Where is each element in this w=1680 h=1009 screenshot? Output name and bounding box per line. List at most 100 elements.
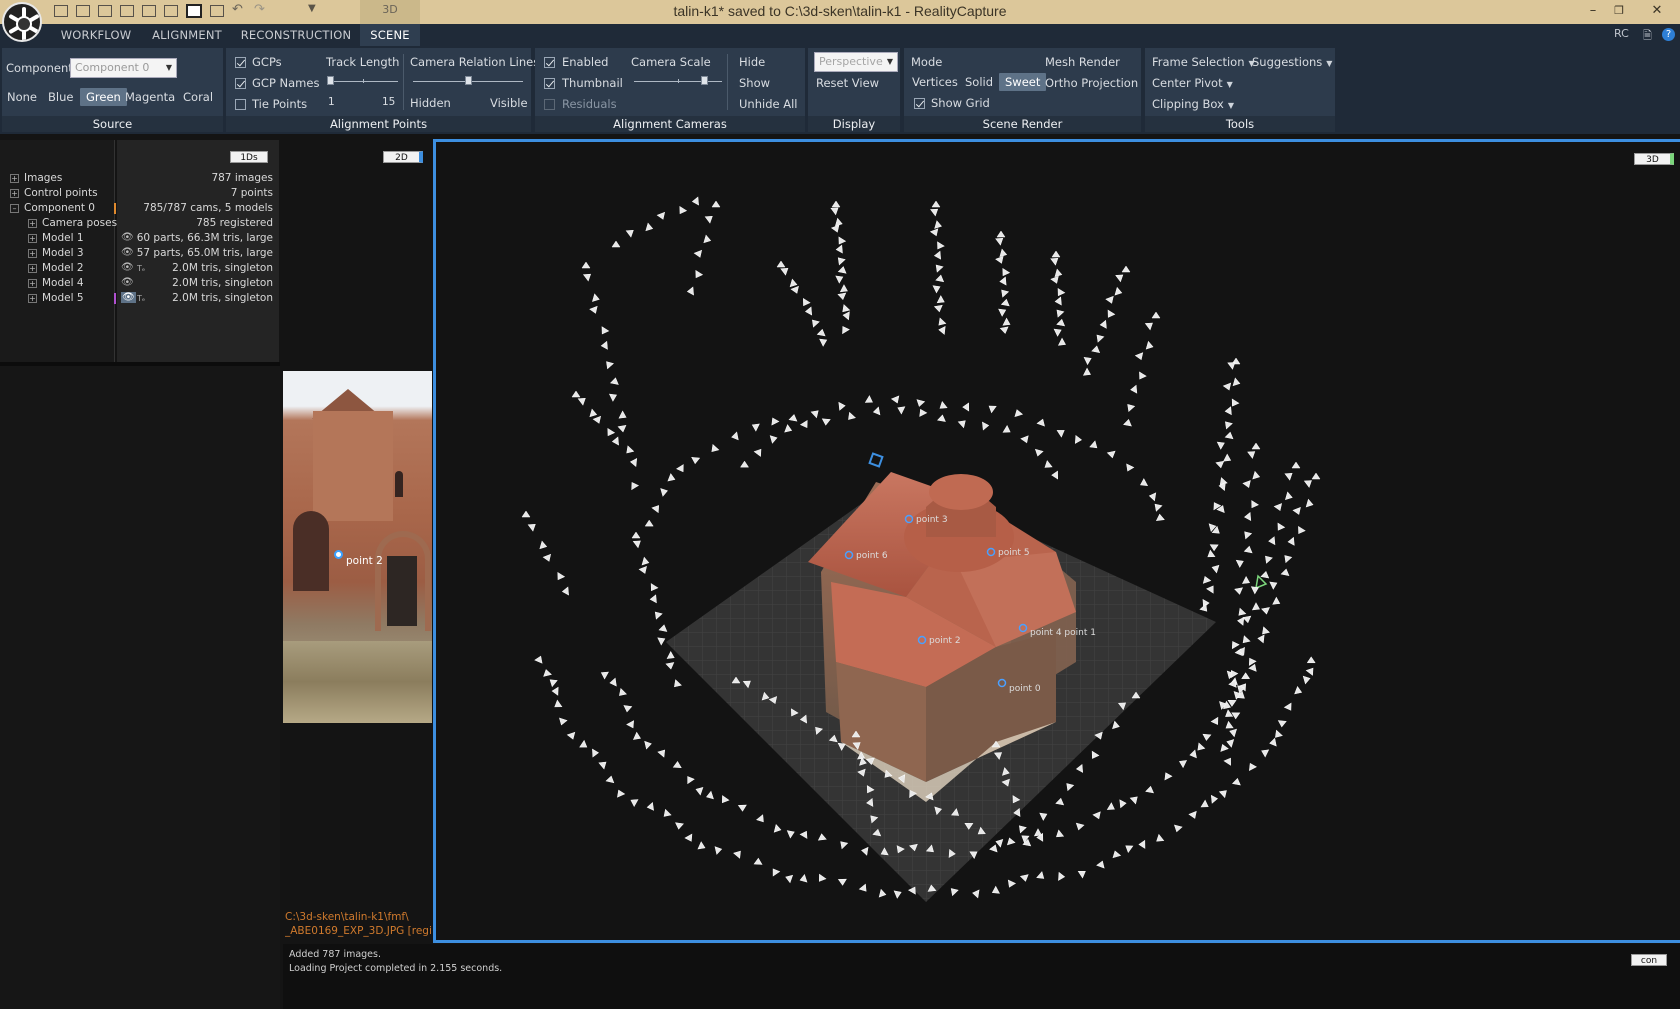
tab-reconstruction[interactable]: RECONSTRUCTION	[238, 24, 354, 46]
undo-icon[interactable]: ↶	[232, 2, 243, 17]
expand-icon[interactable]: +	[10, 189, 19, 198]
view-2d[interactable]: 2D point 2 C:\3d-sken\talin-k1\fmf\ _ABE…	[283, 140, 432, 940]
layout-7-icon[interactable]	[186, 4, 202, 18]
camera-frustum	[837, 292, 847, 301]
minimize-icon[interactable]: –	[1582, 1, 1604, 21]
view-2d-badge[interactable]: 2D	[383, 151, 423, 163]
expand-icon[interactable]: +	[28, 219, 37, 228]
camera-frustum	[633, 731, 641, 740]
control-point-marker[interactable]	[334, 550, 343, 559]
tab-alignment[interactable]: ALIGNMENT	[146, 24, 228, 46]
expand-icon[interactable]: +	[28, 294, 37, 303]
group-label-scene-render: Scene Render	[904, 116, 1141, 132]
eye-icon[interactable]: 👁	[121, 262, 134, 273]
camera-frustum	[1211, 564, 1220, 574]
image-preview[interactable]: point 2	[283, 371, 432, 723]
redo-icon[interactable]: ↷	[254, 2, 265, 17]
track-length-thumb[interactable]	[327, 76, 334, 85]
camera-frustum	[1056, 318, 1066, 327]
camera-frustum	[1145, 785, 1154, 794]
solid-button[interactable]: Solid	[965, 75, 993, 89]
panel-type-badge[interactable]: 1Ds	[230, 151, 268, 163]
show-grid-checkbox[interactable]	[914, 98, 925, 109]
gcp-names-checkbox[interactable]	[235, 78, 246, 89]
camera-frustum	[626, 720, 634, 729]
eye-icon[interactable]: 👁	[121, 277, 134, 288]
eye-icon[interactable]: 👁	[121, 247, 134, 258]
center-pivot-button[interactable]: Center Pivot ▼	[1152, 76, 1233, 90]
projection-select[interactable]: Perspective ▼	[814, 52, 898, 72]
camera-frustum	[1265, 555, 1273, 564]
app-logo-icon[interactable]	[2, 2, 42, 42]
quick-access-dropdown-icon[interactable]: ▼	[308, 3, 316, 14]
color-none-button[interactable]: None	[7, 90, 37, 104]
camera-frustum	[1107, 309, 1116, 318]
reset-view-button[interactable]: Reset View	[816, 76, 879, 90]
vertices-button[interactable]: Vertices	[912, 75, 958, 89]
camera-frustum	[601, 326, 610, 335]
expand-icon[interactable]: +	[28, 279, 37, 288]
hide-button[interactable]: Hide	[739, 55, 765, 69]
active-camera[interactable]	[1255, 574, 1268, 590]
document-icon[interactable]: 🗎	[1643, 27, 1652, 46]
selected-camera[interactable]	[868, 452, 884, 468]
collapse-icon[interactable]: –	[10, 204, 19, 213]
sweet-button[interactable]: Sweet	[999, 73, 1047, 91]
eye-icon-selected[interactable]: 👁	[121, 292, 136, 303]
scene-canvas[interactable]: point 3 point 6 point 5 point 2 point 4 …	[436, 142, 1680, 943]
camera-frustum	[605, 775, 615, 784]
unhide-all-button[interactable]: Unhide All	[739, 97, 797, 111]
mode-tab-3d[interactable]: 3D	[360, 0, 420, 24]
tie-points-checkbox[interactable]	[235, 99, 246, 110]
expand-icon[interactable]: +	[28, 234, 37, 243]
view-3d-badge[interactable]: 3D	[1634, 153, 1674, 165]
ortho-projection-button[interactable]: Ortho Projection	[1045, 76, 1138, 90]
residuals-checkbox[interactable]	[544, 99, 555, 110]
camera-frustum	[1200, 799, 1209, 808]
eye-icon[interactable]: 👁	[121, 232, 134, 243]
camera-frustum	[551, 686, 559, 696]
view-3d[interactable]: point 3 point 6 point 5 point 2 point 4 …	[433, 139, 1680, 943]
thumbnail-checkbox[interactable]	[544, 78, 555, 89]
frame-selection-button[interactable]: Frame Selection ▼	[1152, 55, 1255, 69]
relation-lines-thumb[interactable]	[465, 76, 472, 85]
layout-2-icon[interactable]	[76, 5, 90, 17]
camera-frustum	[786, 830, 795, 839]
help-icon[interactable]: ?	[1662, 28, 1675, 41]
camera-frustum	[1241, 672, 1251, 679]
gcps-checkbox[interactable]	[235, 57, 246, 68]
expand-icon[interactable]: +	[28, 264, 37, 273]
rc-label[interactable]: RC	[1614, 27, 1629, 40]
console-badge[interactable]: con	[1631, 954, 1667, 966]
layout-5-icon[interactable]	[142, 5, 156, 17]
camera-frustum	[1242, 615, 1252, 624]
layout-4-icon[interactable]	[120, 5, 134, 17]
expand-icon[interactable]: +	[10, 174, 19, 183]
restore-icon[interactable]: ❐	[1608, 1, 1630, 21]
suggestions-button[interactable]: Suggestions ▼	[1252, 55, 1332, 69]
clipping-box-button[interactable]: Clipping Box ▼	[1152, 97, 1234, 111]
close-icon[interactable]: ✕	[1646, 1, 1668, 21]
camera-scale-thumb[interactable]	[701, 76, 708, 85]
camera-frustum	[810, 410, 819, 419]
group-label-alignment-cameras: Alignment Cameras	[535, 116, 805, 132]
component-select[interactable]: Component 0 ▼	[70, 58, 177, 78]
color-magenta-button[interactable]: Magenta	[125, 90, 175, 104]
color-green-button[interactable]: Green	[80, 88, 127, 106]
tab-scene[interactable]: SCENE	[360, 24, 420, 46]
camera-frustum	[1114, 286, 1123, 296]
camera-frustum	[864, 395, 873, 403]
expand-icon[interactable]: +	[28, 249, 37, 258]
layout-8-icon[interactable]	[210, 5, 224, 17]
camera-frustum	[675, 822, 684, 830]
color-coral-button[interactable]: Coral	[183, 90, 213, 104]
layout-3-icon[interactable]	[98, 5, 112, 17]
layout-6-icon[interactable]	[164, 5, 178, 17]
camera-frustum	[838, 401, 846, 411]
show-button[interactable]: Show	[739, 76, 770, 90]
layout-1-icon[interactable]	[54, 5, 68, 17]
tab-workflow[interactable]: WORKFLOW	[54, 24, 138, 46]
camera-frustum	[610, 377, 619, 385]
enabled-checkbox[interactable]	[544, 57, 555, 68]
color-blue-button[interactable]: Blue	[48, 90, 73, 104]
